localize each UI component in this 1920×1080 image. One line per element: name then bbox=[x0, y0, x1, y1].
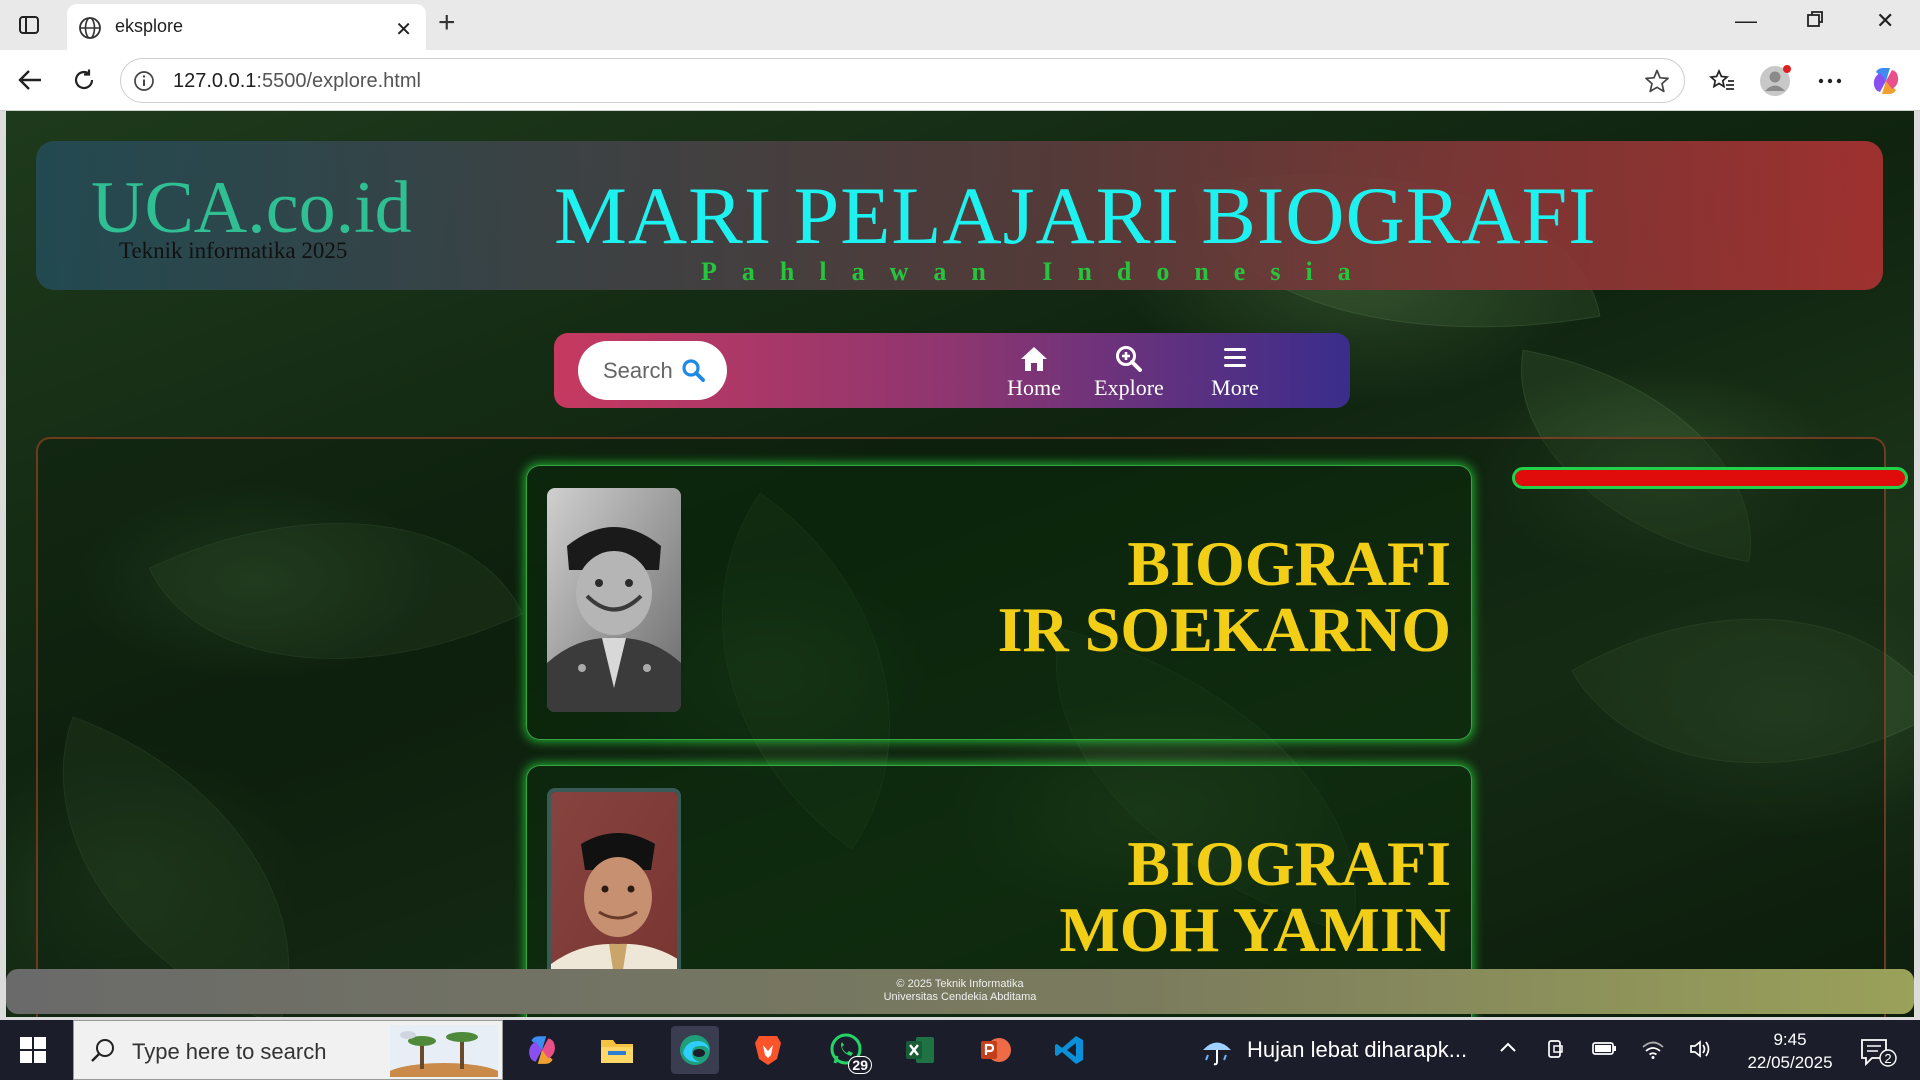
browser-tab-bar: eksplore ✕ + — ✕ bbox=[0, 0, 1920, 50]
footer-copyright: © 2025 Teknik Informatika bbox=[896, 978, 1024, 990]
excel-icon[interactable] bbox=[900, 1030, 940, 1070]
biography-card-soekarno[interactable]: BIOGRAFI IR SOEKARNO bbox=[526, 465, 1472, 740]
site-info-icon[interactable] bbox=[133, 70, 155, 97]
powerpoint-icon[interactable] bbox=[975, 1030, 1015, 1070]
back-icon[interactable] bbox=[14, 64, 46, 96]
url-text: 127.0.0.1:5500/explore.html bbox=[173, 70, 421, 92]
minimize-icon[interactable]: — bbox=[1735, 8, 1757, 34]
edge-browser-icon[interactable] bbox=[671, 1026, 719, 1074]
search-label: Search bbox=[603, 358, 673, 383]
page-subtitle: Pahlawan Indonesia bbox=[701, 257, 1376, 286]
copilot-icon[interactable] bbox=[1869, 64, 1903, 98]
copilot-taskbar-icon[interactable] bbox=[522, 1030, 562, 1070]
chevron-up-icon[interactable] bbox=[1498, 1038, 1518, 1063]
main-navbar: Search Home Explore More bbox=[554, 333, 1350, 408]
battery-icon[interactable] bbox=[1590, 1038, 1618, 1063]
close-window-icon[interactable]: ✕ bbox=[1876, 8, 1894, 34]
profile-avatar-icon[interactable] bbox=[1758, 64, 1792, 98]
biography-title-soekarno: BIOGRAFI IR SOEKARNO bbox=[997, 528, 1451, 665]
nav-more-label: More bbox=[1211, 375, 1259, 400]
notification-center-icon[interactable]: 2 bbox=[1858, 1036, 1898, 1073]
tab-actions-icon[interactable] bbox=[16, 12, 42, 38]
nav-home-label: Home bbox=[1007, 375, 1061, 400]
content-panel: BIOGRAFI IR SOEKARNO BIOGRAFI MOH YAMIN bbox=[36, 437, 1908, 1017]
home-icon bbox=[994, 345, 1074, 373]
whatsapp-icon[interactable]: 29 bbox=[826, 1030, 872, 1074]
nav-more[interactable]: More bbox=[1200, 345, 1270, 401]
taskbar-search-box[interactable]: Type here to search bbox=[73, 1020, 504, 1080]
wifi-icon[interactable] bbox=[1641, 1038, 1665, 1065]
address-toolbar: 127.0.0.1:5500/explore.html bbox=[0, 50, 1920, 111]
speaker-icon[interactable] bbox=[1688, 1038, 1712, 1065]
system-clock[interactable]: 9:45 22/05/2025 bbox=[1735, 1028, 1845, 1074]
logo-subtitle: Teknik informatika 2025 bbox=[119, 238, 348, 263]
new-tab-button[interactable]: + bbox=[438, 8, 456, 38]
menu-icon bbox=[1200, 345, 1270, 373]
portrait-soekarno bbox=[547, 488, 681, 712]
taskbar-search-placeholder: Type here to search bbox=[132, 1039, 327, 1064]
clock-time: 9:45 bbox=[1773, 1030, 1807, 1049]
nav-home[interactable]: Home bbox=[994, 345, 1074, 401]
zoom-in-icon bbox=[1084, 345, 1174, 373]
search-icon bbox=[90, 1038, 116, 1069]
site-header: UCA.co.id Teknik informatika 2025 MARI P… bbox=[36, 141, 1883, 290]
nav-explore[interactable]: Explore bbox=[1084, 345, 1174, 401]
weather-text: Hujan lebat diharapk... bbox=[1247, 1037, 1468, 1062]
nav-explore-label: Explore bbox=[1094, 375, 1164, 400]
search-button[interactable]: Search bbox=[578, 341, 727, 400]
page-footer: © 2025 Teknik Informatika Universitas Ce… bbox=[6, 969, 1914, 1014]
search-icon bbox=[681, 358, 705, 387]
more-options-icon[interactable] bbox=[1813, 64, 1847, 98]
clock-date: 22/05/2025 bbox=[1747, 1053, 1833, 1072]
search-highlight-illustration bbox=[384, 1025, 504, 1080]
globe-icon bbox=[78, 16, 102, 45]
task-view-icon[interactable] bbox=[1546, 1038, 1566, 1065]
windows-taskbar: Type here to search 29 Hujan lebat dihar… bbox=[0, 1020, 1920, 1080]
reload-icon[interactable] bbox=[68, 64, 100, 96]
close-tab-icon[interactable]: ✕ bbox=[395, 17, 412, 42]
biography-title-moh-yamin: BIOGRAFI MOH YAMIN bbox=[1059, 828, 1451, 965]
file-explorer-icon[interactable] bbox=[597, 1030, 637, 1070]
page-title: MARI PELAJARI BIOGRAFI bbox=[554, 170, 1597, 261]
restore-icon[interactable] bbox=[1806, 8, 1824, 34]
windows-start-icon[interactable] bbox=[20, 1037, 46, 1068]
brave-browser-icon[interactable] bbox=[748, 1030, 788, 1070]
page-viewport: UCA.co.id Teknik informatika 2025 MARI P… bbox=[6, 111, 1914, 1017]
url-bar[interactable]: 127.0.0.1:5500/explore.html bbox=[120, 58, 1685, 103]
tab-title: eksplore bbox=[115, 16, 184, 36]
vscode-icon[interactable] bbox=[1049, 1030, 1089, 1070]
favorites-icon[interactable] bbox=[1705, 64, 1739, 98]
footer-university: Universitas Cendekia Abditama bbox=[883, 991, 1037, 1003]
favorite-star-icon[interactable] bbox=[1644, 68, 1670, 99]
browser-tab[interactable]: eksplore ✕ bbox=[67, 4, 426, 50]
notification-count: 2 bbox=[1884, 1051, 1891, 1066]
progress-bar bbox=[1512, 467, 1908, 489]
rain-umbrella-icon bbox=[1200, 1033, 1234, 1073]
site-logo[interactable]: UCA.co.id bbox=[91, 171, 412, 245]
whatsapp-badge: 29 bbox=[848, 1056, 872, 1074]
